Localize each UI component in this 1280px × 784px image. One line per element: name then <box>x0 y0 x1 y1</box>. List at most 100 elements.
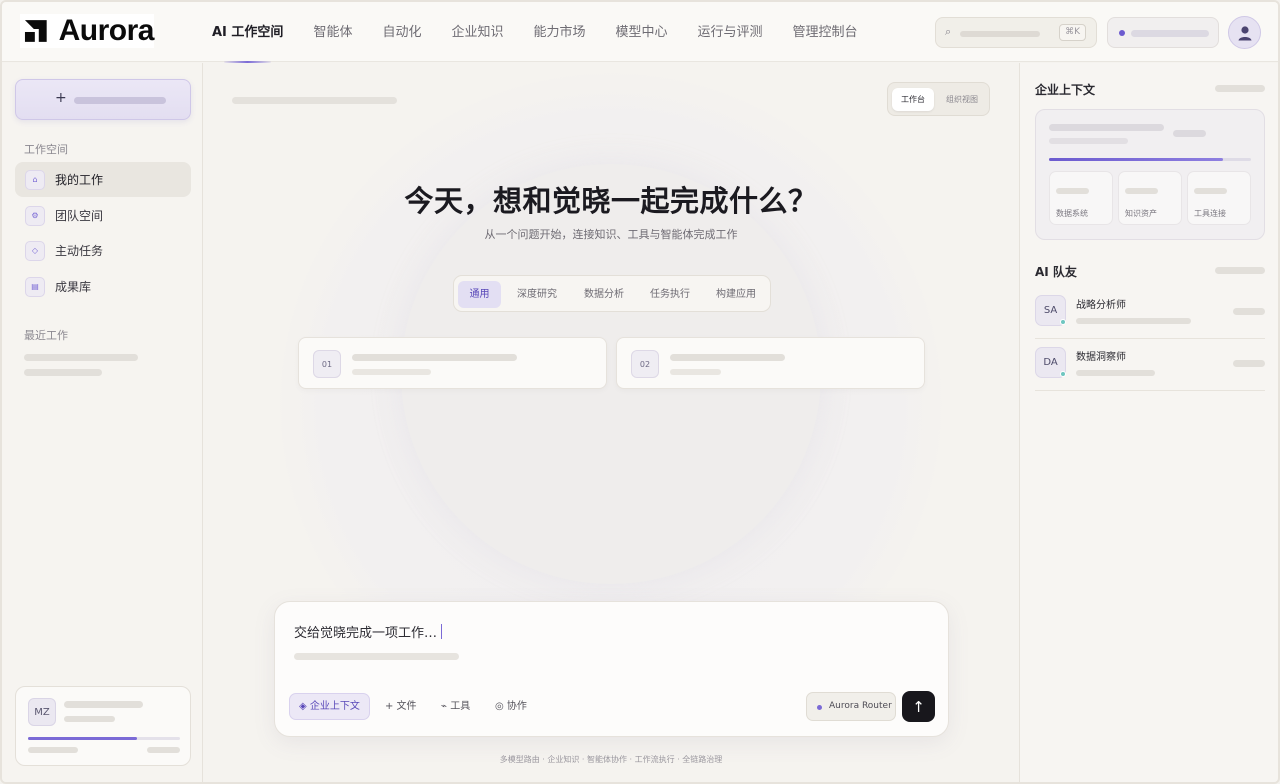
tile-tool-connections[interactable]: 工具连接 <box>1187 171 1251 225</box>
mode-tab-task-execution[interactable]: 任务执行 <box>640 281 700 308</box>
mode-tab-general[interactable]: 通用 <box>458 281 501 308</box>
sidebar-item-my-work[interactable]: ⌂ 我的工作 <box>15 162 191 197</box>
mode-tab-deep-research[interactable]: 深度研究 <box>507 281 567 308</box>
search-input[interactable]: ⌕ ⌘K <box>935 17 1097 48</box>
sidebar-item-team-space[interactable]: ⚙ 团队空间 <box>15 198 191 233</box>
mode-tab-build-app[interactable]: 构建应用 <box>706 281 766 308</box>
nav-ai-workspace[interactable]: AI 工作空间 <box>212 2 283 63</box>
brand-logo[interactable]: Aurora <box>20 14 155 48</box>
user-avatar-button[interactable] <box>1228 16 1261 49</box>
teammate-strategy-analyst[interactable]: SA 战略分析师 <box>1035 287 1265 339</box>
prompt-placeholder: 交给觉晓完成一项工作… <box>294 626 438 641</box>
tile-value-skeleton <box>1056 188 1089 194</box>
plus-icon: + <box>55 90 67 106</box>
nav-automation[interactable]: 自动化 <box>382 2 421 62</box>
search-shortcut-hint: ⌘K <box>1059 24 1086 41</box>
mode-tabs: 通用 深度研究 数据分析 任务执行 构建应用 <box>453 275 771 312</box>
teammate-data-insight[interactable]: DA 数据洞察师 <box>1035 339 1265 391</box>
router-dot <box>817 705 822 710</box>
search-icon: ⌕ <box>945 25 952 38</box>
card-number: 01 <box>313 350 341 378</box>
sidebar-item-proactive-tasks[interactable]: ◇ 主动任务 <box>15 233 191 268</box>
home-icon: ⌂ <box>25 169 45 190</box>
teammate-status-skeleton <box>1233 360 1265 367</box>
sidebar-section-workspace: 工作空间 <box>24 143 68 156</box>
recent-item-skeleton[interactable] <box>24 354 138 361</box>
context-title: 企业上下文 <box>1035 83 1096 97</box>
usage-progress-fill <box>28 737 138 740</box>
enterprise-context-card[interactable]: 数据系统 知识资产 工具连接 <box>1035 109 1265 240</box>
tools-chip-button[interactable]: ⌁ 工具 <box>432 693 479 720</box>
user-name-skeleton <box>64 701 143 708</box>
team-action-skeleton[interactable] <box>1215 267 1265 274</box>
library-icon: ▤ <box>25 276 45 297</box>
right-panel: 企业上下文 数据系统 知识资产 工具连接 AI 队友 SA 战略分析师 DA 数… <box>1019 63 1278 782</box>
tile-data-systems[interactable]: 数据系统 <box>1049 171 1113 225</box>
mode-tab-data-analysis[interactable]: 数据分析 <box>574 281 634 308</box>
brand-name: Aurora <box>58 14 155 47</box>
context-chip-button[interactable]: ◈ 企业上下文 <box>289 693 370 720</box>
online-indicator <box>1060 319 1066 325</box>
tile-knowledge-assets[interactable]: 知识资产 <box>1118 171 1182 225</box>
card-title-skeleton <box>670 354 785 361</box>
prompt-input[interactable]: 交给觉晓完成一项工作… <box>294 622 443 641</box>
usage-value-skeleton <box>147 747 180 753</box>
prompt-composer[interactable]: 交给觉晓完成一项工作… ◈ 企业上下文 + 文件 ⌁ 工具 ◎ 协作 Auror… <box>274 601 949 737</box>
view-workbench-button[interactable]: 工作台 <box>892 88 934 111</box>
send-button[interactable]: ↑ <box>902 691 935 722</box>
user-avatar: MZ <box>28 698 56 726</box>
sidebar-item-label: 团队空间 <box>55 209 104 223</box>
nav-run-evaluate[interactable]: 运行与评测 <box>698 2 763 62</box>
context-sub-skeleton <box>1049 138 1128 144</box>
breadcrumb-skeleton <box>232 97 397 104</box>
sidebar-item-label: 成果库 <box>55 280 92 294</box>
nav-capability-market[interactable]: 能力市场 <box>533 2 585 62</box>
sidebar-section-recent: 最近工作 <box>24 329 68 342</box>
user-icon <box>1238 25 1251 40</box>
page-headline: 今天，想和觉晓一起完成什么？ <box>404 184 818 218</box>
context-action-skeleton[interactable] <box>1215 85 1265 92</box>
card-title-skeleton <box>352 354 517 361</box>
context-progress-bar <box>1049 158 1251 161</box>
model-router-select[interactable]: Aurora Router <box>806 692 896 721</box>
nav-model-center[interactable]: 模型中心 <box>616 2 668 62</box>
sidebar-item-results-library[interactable]: ▤ 成果库 <box>15 269 191 304</box>
context-badge-skeleton <box>1173 130 1206 137</box>
status-skeleton <box>1131 30 1209 37</box>
task-icon: ◇ <box>25 240 45 261</box>
view-org-button[interactable]: 组织视图 <box>938 88 986 111</box>
workspace-status-pill[interactable] <box>1107 17 1219 48</box>
tile-value-skeleton <box>1125 188 1158 194</box>
sidebar-item-label: 我的工作 <box>55 173 104 187</box>
recent-item-skeleton[interactable] <box>24 369 102 376</box>
card-desc-skeleton <box>670 369 721 375</box>
card-number: 02 <box>631 350 659 378</box>
app-window: Aurora AI 工作空间 智能体 自动化 企业知识 能力市场 模型中心 运行… <box>0 0 1280 784</box>
tile-label: 工具连接 <box>1194 209 1226 218</box>
new-work-button[interactable]: + <box>15 79 191 120</box>
suggestion-card[interactable]: 01 <box>298 337 607 389</box>
suggestion-card[interactable]: 02 <box>616 337 925 389</box>
card-desc-skeleton <box>352 369 431 375</box>
online-indicator <box>1060 371 1066 377</box>
usage-progress-bar <box>28 737 180 740</box>
teammate-name: 战略分析师 <box>1076 300 1126 311</box>
user-profile-card[interactable]: MZ <box>15 686 191 766</box>
sidebar-item-label: 主动任务 <box>55 244 104 258</box>
footer-tagline: 多模型路由 · 企业知识 · 智能体协作 · 工作流执行 · 全链路治理 <box>499 755 723 764</box>
prompt-hint-skeleton <box>294 653 459 660</box>
tile-value-skeleton <box>1194 188 1227 194</box>
nav-enterprise-knowledge[interactable]: 企业知识 <box>451 2 503 62</box>
teammate-desc-skeleton <box>1076 370 1155 376</box>
top-navigation-bar: Aurora AI 工作空间 智能体 自动化 企业知识 能力市场 模型中心 运行… <box>2 2 1278 63</box>
nav-admin-console[interactable]: 管理控制台 <box>793 2 858 62</box>
collab-chip-button[interactable]: ◎ 协作 <box>486 693 536 720</box>
router-label: Aurora Router <box>829 701 892 711</box>
file-chip-button[interactable]: + 文件 <box>376 693 426 720</box>
teammate-status-skeleton <box>1233 308 1265 315</box>
main-nav: AI 工作空间 智能体 自动化 企业知识 能力市场 模型中心 运行与评测 管理控… <box>212 2 888 63</box>
search-placeholder-skeleton <box>960 31 1040 37</box>
aurora-logo-icon <box>24 20 47 42</box>
nav-agents[interactable]: 智能体 <box>313 2 352 62</box>
tile-label: 数据系统 <box>1056 209 1088 218</box>
